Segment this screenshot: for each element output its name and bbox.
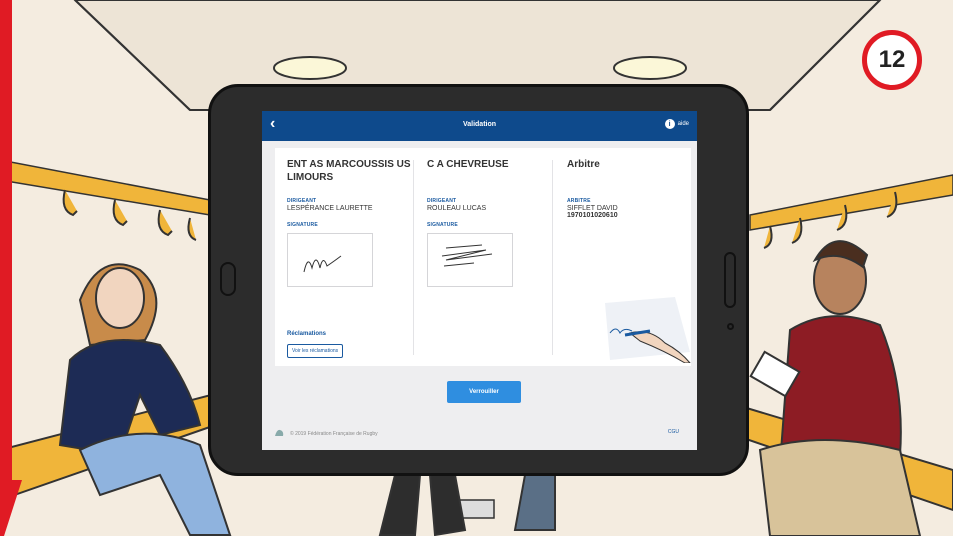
home-signature-label: SIGNATURE bbox=[287, 222, 318, 228]
referee-column: Arbitre ARBITRE SIFFLET DAVID 1970101020… bbox=[567, 158, 691, 363]
app-screen: ‹ Validation i aide ENT AS MARCOUSSIS US… bbox=[262, 111, 697, 450]
away-signature-label: SIGNATURE bbox=[427, 222, 458, 228]
info-icon: i bbox=[664, 119, 675, 129]
away-role-label: DIRIGEANT bbox=[427, 198, 457, 204]
away-team-column: C A CHEVREUSE DIRIGEANT ROULEAU LUCAS SI… bbox=[427, 158, 552, 358]
home-signature-box[interactable] bbox=[287, 233, 373, 287]
away-signature-box[interactable] bbox=[427, 233, 513, 287]
referee-license: 1970101020610 bbox=[567, 212, 618, 219]
tablet-camera-dot bbox=[727, 323, 734, 330]
ffr-logo-icon bbox=[273, 427, 285, 441]
footer: © 2019 Fédération Française de Rugby bbox=[273, 427, 378, 441]
referee-heading: Arbitre bbox=[567, 159, 600, 170]
tablet-side-slot bbox=[724, 252, 736, 308]
away-person-name: ROULEAU LUCAS bbox=[427, 205, 487, 212]
away-club-name: C A CHEVREUSE bbox=[427, 159, 509, 170]
validation-card: ENT AS MARCOUSSIS US LIMOURS DIRIGEANT L… bbox=[275, 148, 691, 366]
step-number-badge: 12 bbox=[862, 30, 922, 90]
home-signature-drawing bbox=[303, 255, 342, 273]
referee-name: SIFFLET DAVID bbox=[567, 205, 618, 212]
hand-signing-illustration bbox=[605, 297, 691, 363]
lock-button[interactable]: Verrouiller bbox=[447, 381, 521, 403]
home-person-name: LESPÉRANCE LAURETTE bbox=[287, 205, 373, 212]
help-button[interactable]: i aide bbox=[664, 119, 689, 129]
page-title: Validation bbox=[462, 121, 497, 128]
view-complaints-button[interactable]: Voir les réclamations bbox=[287, 344, 344, 358]
home-club-name: ENT AS MARCOUSSIS US LIMOURS bbox=[287, 159, 411, 183]
copyright-text: © 2019 Fédération Française de Rugby bbox=[290, 431, 378, 437]
complaints-title: Réclamations bbox=[287, 331, 327, 337]
help-label: aide bbox=[677, 121, 689, 127]
column-divider bbox=[413, 160, 414, 355]
home-role-label: DIRIGEANT bbox=[287, 198, 317, 204]
home-team-column: ENT AS MARCOUSSIS US LIMOURS DIRIGEANT L… bbox=[287, 158, 412, 358]
tablet-home-button bbox=[220, 262, 236, 296]
referee-role-label: ARBITRE bbox=[567, 198, 591, 204]
away-signature-drawing bbox=[441, 244, 493, 267]
cgu-link[interactable]: CGU bbox=[668, 429, 679, 435]
app-header: ‹ Validation i aide bbox=[262, 111, 697, 141]
column-divider bbox=[552, 160, 553, 355]
